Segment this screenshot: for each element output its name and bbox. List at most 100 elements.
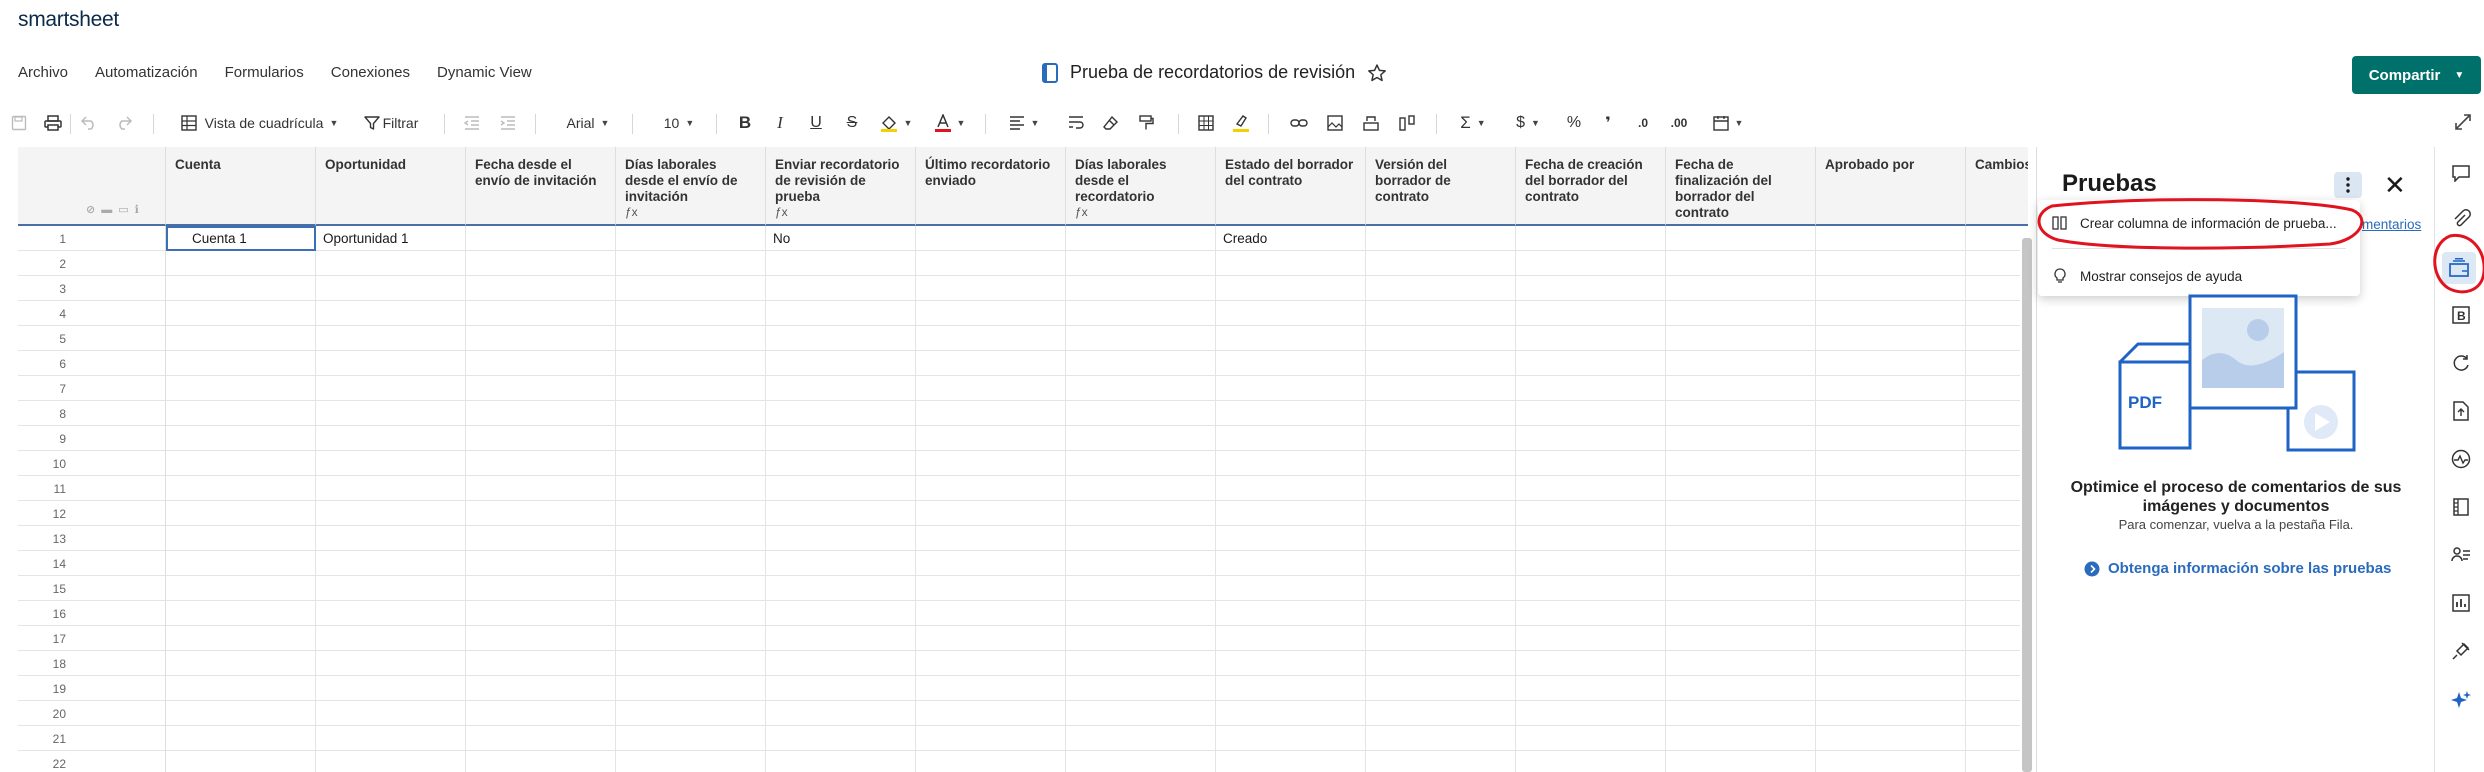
menu-automatizacion[interactable]: Automatización xyxy=(95,64,198,81)
grid-cell[interactable] xyxy=(616,601,766,626)
grid-cell[interactable] xyxy=(1366,426,1516,451)
conditional-format-icon[interactable] xyxy=(1195,106,1217,140)
grid-cell[interactable] xyxy=(1966,251,2028,276)
publish-icon[interactable] xyxy=(2448,398,2474,424)
row-number[interactable]: 7 xyxy=(18,376,166,401)
grid-cell[interactable] xyxy=(616,651,766,676)
grid-cell[interactable] xyxy=(1216,751,1366,772)
grid-cell[interactable] xyxy=(916,276,1066,301)
column-header[interactable]: Cambios r por xyxy=(1966,147,2028,226)
grid-cell[interactable] xyxy=(1816,751,1966,772)
grid-cell[interactable] xyxy=(1366,276,1516,301)
grid-cell[interactable] xyxy=(1816,251,1966,276)
grid-cell[interactable] xyxy=(1816,226,1966,251)
grid-cell[interactable] xyxy=(1516,301,1666,326)
grid-cell[interactable] xyxy=(766,576,916,601)
integrations-icon[interactable] xyxy=(2448,638,2474,664)
grid-cell[interactable] xyxy=(1216,551,1366,576)
grid-cell[interactable] xyxy=(1516,276,1666,301)
grid-cell[interactable] xyxy=(616,526,766,551)
grid-cell[interactable] xyxy=(1366,651,1516,676)
grid-cell[interactable] xyxy=(1366,476,1516,501)
grid-cell[interactable] xyxy=(1666,751,1816,772)
grid-cell[interactable] xyxy=(316,626,466,651)
hyperlink-icon[interactable] xyxy=(1288,106,1310,140)
grid-cell[interactable] xyxy=(916,401,1066,426)
grid-cell[interactable] xyxy=(766,326,916,351)
grid-cell[interactable] xyxy=(316,301,466,326)
grid-cell[interactable] xyxy=(1066,426,1216,451)
underline-icon[interactable]: U xyxy=(806,106,826,140)
table-row[interactable]: 21 xyxy=(18,726,2028,751)
grid-cell[interactable] xyxy=(466,301,616,326)
grid-cell[interactable] xyxy=(316,651,466,676)
grid-cell[interactable] xyxy=(166,451,316,476)
grid-cell[interactable] xyxy=(1666,301,1816,326)
table-row[interactable]: 2 xyxy=(18,251,2028,276)
grid-cell[interactable] xyxy=(1216,526,1366,551)
grid-cell[interactable] xyxy=(1666,701,1816,726)
smartsheet-logo[interactable]: smartsheet xyxy=(18,8,119,32)
column-header[interactable]: Aprobado por xyxy=(1816,147,1966,226)
grid-cell[interactable] xyxy=(1816,676,1966,701)
highlight-changes-icon[interactable] xyxy=(1230,106,1252,140)
learn-about-proofs-link[interactable]: Obtenga información sobre las pruebas xyxy=(2084,560,2391,577)
row-number[interactable]: 20 xyxy=(18,701,166,726)
grid-cell[interactable] xyxy=(1666,576,1816,601)
grid-cell[interactable] xyxy=(1816,701,1966,726)
grid-cell[interactable] xyxy=(166,726,316,751)
table-row[interactable]: 15 xyxy=(18,576,2028,601)
save-icon[interactable] xyxy=(8,106,30,140)
grid-cell[interactable] xyxy=(1216,676,1366,701)
grid-cell[interactable] xyxy=(316,426,466,451)
grid-cell[interactable] xyxy=(766,276,916,301)
grid-cell[interactable] xyxy=(1216,601,1366,626)
row-number[interactable]: 21 xyxy=(18,726,166,751)
table-row[interactable]: 12 xyxy=(18,501,2028,526)
grid-cell[interactable] xyxy=(1666,226,1816,251)
grid-cell[interactable] xyxy=(1816,326,1966,351)
grid-cell[interactable] xyxy=(766,401,916,426)
grid-cell[interactable] xyxy=(316,501,466,526)
row-number[interactable]: 13 xyxy=(18,526,166,551)
grid-cell[interactable] xyxy=(766,501,916,526)
grid-cell[interactable] xyxy=(1216,501,1366,526)
grid-cell[interactable] xyxy=(1516,726,1666,751)
grid-cell[interactable] xyxy=(1516,326,1666,351)
table-row[interactable]: 10 xyxy=(18,451,2028,476)
row-number[interactable]: 1 xyxy=(18,226,166,251)
grid-cell[interactable] xyxy=(466,426,616,451)
grid-cell[interactable] xyxy=(1816,276,1966,301)
grid-cell[interactable] xyxy=(916,251,1066,276)
grid-cell[interactable] xyxy=(766,476,916,501)
grid-cell[interactable] xyxy=(916,576,1066,601)
grid-cell[interactable] xyxy=(1216,576,1366,601)
grid-cell[interactable] xyxy=(1516,751,1666,772)
column-header[interactable]: Fecha de creación del borrador del contr… xyxy=(1516,147,1666,226)
grid-cell[interactable] xyxy=(1066,626,1216,651)
grid-cell[interactable] xyxy=(1516,251,1666,276)
grid-cell[interactable] xyxy=(1666,376,1816,401)
grid-cell[interactable] xyxy=(166,476,316,501)
grid-cell[interactable] xyxy=(1516,401,1666,426)
grid-cell[interactable] xyxy=(166,676,316,701)
grid-cell[interactable] xyxy=(1516,651,1666,676)
grid-cell[interactable] xyxy=(166,651,316,676)
grid-cell[interactable] xyxy=(466,601,616,626)
show-help-tips-item[interactable]: Mostrar consejos de ayuda xyxy=(2052,268,2242,284)
row-number[interactable]: 10 xyxy=(18,451,166,476)
grid-cell[interactable] xyxy=(1066,301,1216,326)
grid-cell[interactable] xyxy=(1066,526,1216,551)
grid-cell[interactable] xyxy=(766,451,916,476)
grid-cell[interactable] xyxy=(166,351,316,376)
row-number[interactable]: 2 xyxy=(18,251,166,276)
grid-cell[interactable] xyxy=(1966,301,2028,326)
grid-cell[interactable] xyxy=(166,576,316,601)
grid-cell[interactable] xyxy=(316,376,466,401)
grid-cell[interactable] xyxy=(1216,726,1366,751)
grid-cell[interactable] xyxy=(616,576,766,601)
grid-cell[interactable] xyxy=(1216,626,1366,651)
row-number[interactable]: 11 xyxy=(18,476,166,501)
grid-cell[interactable] xyxy=(1216,376,1366,401)
grid-cell[interactable] xyxy=(166,751,316,772)
